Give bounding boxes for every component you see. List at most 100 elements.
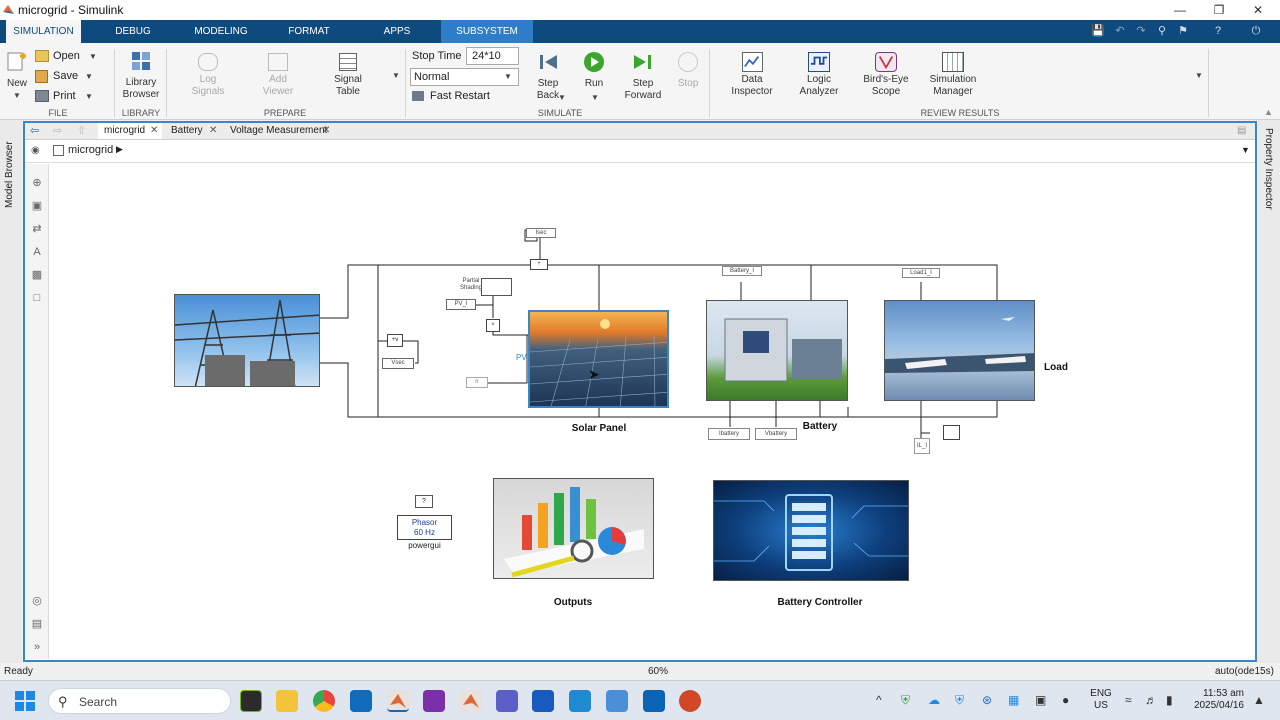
scope-block-icon[interactable] xyxy=(943,425,960,440)
tab-overflow-icon[interactable]: ▤ xyxy=(1237,125,1246,136)
sum-block[interactable]: + xyxy=(530,259,548,270)
taskbar-search[interactable]: ⚲ Search xyxy=(48,688,231,714)
teams-icon[interactable] xyxy=(496,690,518,712)
battery-block[interactable] xyxy=(706,300,848,401)
annotation-icon[interactable]: A xyxy=(29,245,45,259)
stop-button[interactable]: Stop xyxy=(672,78,704,90)
goto-tag-ibattery[interactable]: Ibattery xyxy=(708,428,750,440)
log-signals-button[interactable]: Log Signals xyxy=(186,74,230,98)
goto-tag-il-i[interactable]: IL_I xyxy=(914,438,930,454)
up-to-parent-icon[interactable]: ⇧ xyxy=(77,124,86,137)
onenote-icon[interactable] xyxy=(423,690,445,712)
model-data-icon[interactable]: ▤ xyxy=(29,617,45,631)
property-inspector-tab[interactable]: Property Inspector xyxy=(1263,128,1274,218)
network-drive-icon[interactable]: ▦ xyxy=(1008,693,1019,707)
outlook-icon[interactable] xyxy=(350,690,372,712)
onedrive-icon[interactable]: ☁ xyxy=(928,693,940,707)
diagram-canvas[interactable]: Isec + Partial Shading PV_I × +v Vsec Ir… xyxy=(50,164,1255,659)
community-icon[interactable]: ⚑ xyxy=(1175,24,1191,39)
file-explorer-icon[interactable] xyxy=(276,690,298,712)
run-dropdown-icon[interactable]: ▼ xyxy=(591,93,599,102)
library-browser-icon[interactable] xyxy=(131,51,151,71)
area-icon[interactable]: □ xyxy=(29,291,45,305)
forward-icon[interactable]: ⇨ xyxy=(53,124,62,137)
help-icon[interactable]: ? xyxy=(1210,24,1226,39)
power-icon[interactable]: ⏻ xyxy=(1248,24,1264,39)
matlab-second-icon[interactable] xyxy=(460,690,482,712)
model-browser-tab[interactable]: Model Browser xyxy=(4,128,15,208)
bluetooth-icon[interactable]: ⊛ xyxy=(982,693,992,707)
undo-icon[interactable]: ↶ xyxy=(1112,24,1128,39)
chrome-icon[interactable] xyxy=(313,690,335,712)
windows-start-icon[interactable] xyxy=(15,691,35,711)
battery-controller-block[interactable] xyxy=(713,480,909,581)
route-lines-icon[interactable]: ⇄ xyxy=(29,222,45,236)
solver-indicator[interactable]: auto(ode15s) xyxy=(1215,666,1274,677)
notifications-icon[interactable]: ▲ xyxy=(1253,693,1265,707)
signal-table-button[interactable]: Signal Table xyxy=(326,74,370,98)
tab-apps[interactable]: APPS xyxy=(372,20,422,43)
language-indicator[interactable]: ENG US xyxy=(1090,688,1112,712)
open-button[interactable]: Open xyxy=(53,50,80,62)
close-icon[interactable]: ✕ xyxy=(1248,1,1268,19)
powergui-help-block[interactable]: ? xyxy=(415,495,433,508)
logic-analyzer-button[interactable]: Logic Analyzer xyxy=(793,74,845,98)
restore-icon[interactable]: ❐ xyxy=(1209,1,1229,19)
new-dropdown-icon[interactable]: ▼ xyxy=(13,91,21,100)
nvidia-app-icon[interactable] xyxy=(240,690,262,712)
search-docs-icon[interactable]: ⚲ xyxy=(1154,24,1170,39)
close-tab-icon[interactable]: ✕ xyxy=(322,123,330,139)
save-quick-icon[interactable]: 💾 xyxy=(1090,24,1106,39)
new-icon[interactable] xyxy=(6,51,28,73)
screenshot-icon[interactable]: ◎ xyxy=(29,594,45,608)
from-tag-load-i[interactable]: Load1_I xyxy=(902,268,940,278)
matlab-taskbar-icon[interactable] xyxy=(387,690,409,712)
doc-tab-microgrid[interactable]: microgrid ✕ xyxy=(98,123,162,139)
add-viewer-button[interactable]: Add Viewer xyxy=(256,74,300,98)
outputs-block[interactable] xyxy=(493,478,654,579)
close-tab-icon[interactable]: ✕ xyxy=(209,123,217,139)
show-hidden-icons[interactable]: ^ xyxy=(876,693,882,707)
new-button[interactable]: New xyxy=(4,78,30,90)
back-icon[interactable]: ⇦ xyxy=(30,124,39,137)
expand-palette-icon[interactable]: » xyxy=(29,640,45,654)
fit-to-view-icon[interactable]: ▣ xyxy=(29,199,45,213)
word-icon[interactable] xyxy=(532,690,554,712)
save-dropdown-icon[interactable]: ▼ xyxy=(85,72,93,81)
security-tray-icon[interactable]: ⛨ xyxy=(901,693,910,708)
vscode-icon[interactable] xyxy=(569,690,591,712)
print-button[interactable]: Print xyxy=(53,90,76,102)
step-back-dropdown-icon[interactable]: ▼ xyxy=(558,93,566,102)
defender-icon[interactable]: ⛨ xyxy=(955,693,964,708)
wifi-icon[interactable]: ≈ xyxy=(1125,693,1132,707)
breadcrumb-arrow-icon[interactable]: ▶ xyxy=(116,144,123,155)
run-button[interactable]: Run xyxy=(578,78,610,90)
voltage-measurement-block[interactable]: +v xyxy=(387,334,403,347)
save-button[interactable]: Save xyxy=(53,70,78,82)
notepad-icon[interactable] xyxy=(606,690,628,712)
minimize-icon[interactable]: — xyxy=(1170,1,1190,19)
solar-panel-block[interactable] xyxy=(528,310,669,408)
address-dropdown-icon[interactable]: ▼ xyxy=(1241,145,1250,155)
close-tab-icon[interactable]: ✕ xyxy=(150,123,158,139)
zoom-level[interactable]: 60% xyxy=(648,666,668,677)
image-icon[interactable]: ▩ xyxy=(29,268,45,282)
product-block[interactable]: × xyxy=(486,319,500,332)
from-tag-battery-i[interactable]: Battery_I xyxy=(722,266,762,276)
data-inspector-button[interactable]: Data Inspector xyxy=(726,74,778,98)
load-airport-block[interactable] xyxy=(884,300,1035,401)
partial-shading-block[interactable] xyxy=(481,278,512,296)
battery-icon[interactable]: ▮ xyxy=(1166,693,1173,707)
powerpoint-icon[interactable] xyxy=(679,690,701,712)
goto-tag-ir[interactable]: Ir xyxy=(466,377,488,388)
powergui-block[interactable]: Phasor 60 Hz xyxy=(397,515,452,540)
redo-icon[interactable]: ↷ xyxy=(1133,24,1149,39)
tab-debug[interactable]: DEBUG xyxy=(104,20,162,43)
grid-substation-image[interactable] xyxy=(174,294,320,387)
zoom-icon[interactable]: ⊕ xyxy=(29,176,45,190)
prepare-gallery-dropdown-icon[interactable]: ▼ xyxy=(392,71,400,80)
simulation-manager-button[interactable]: Simulation Manager xyxy=(922,74,984,98)
microphone-icon[interactable]: ● xyxy=(1062,693,1069,707)
tab-modeling[interactable]: MODELING xyxy=(187,20,255,43)
goto-tag-vsec[interactable]: Vsec xyxy=(382,358,414,369)
